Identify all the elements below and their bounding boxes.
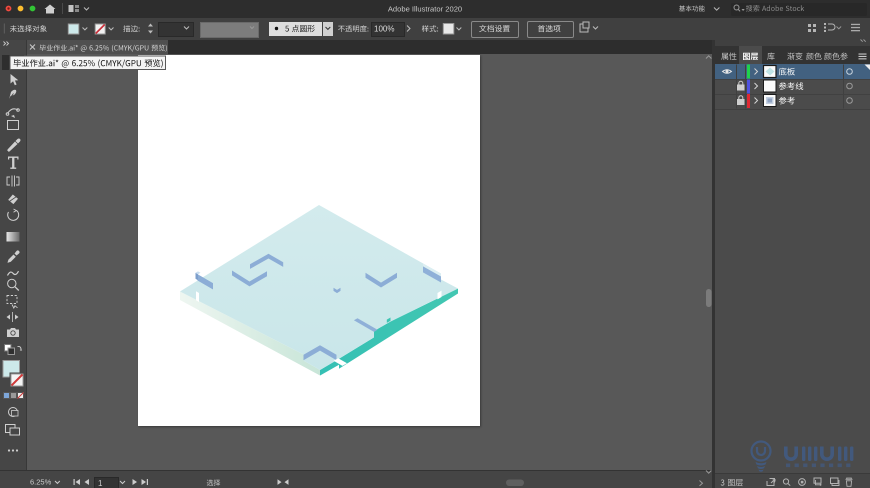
svg-text:100%: 100%: [374, 25, 394, 34]
svg-text:6.25%: 6.25%: [30, 478, 52, 487]
svg-text:Adobe Illustrator 2020: Adobe Illustrator 2020: [388, 5, 462, 14]
svg-text:1: 1: [98, 479, 103, 488]
